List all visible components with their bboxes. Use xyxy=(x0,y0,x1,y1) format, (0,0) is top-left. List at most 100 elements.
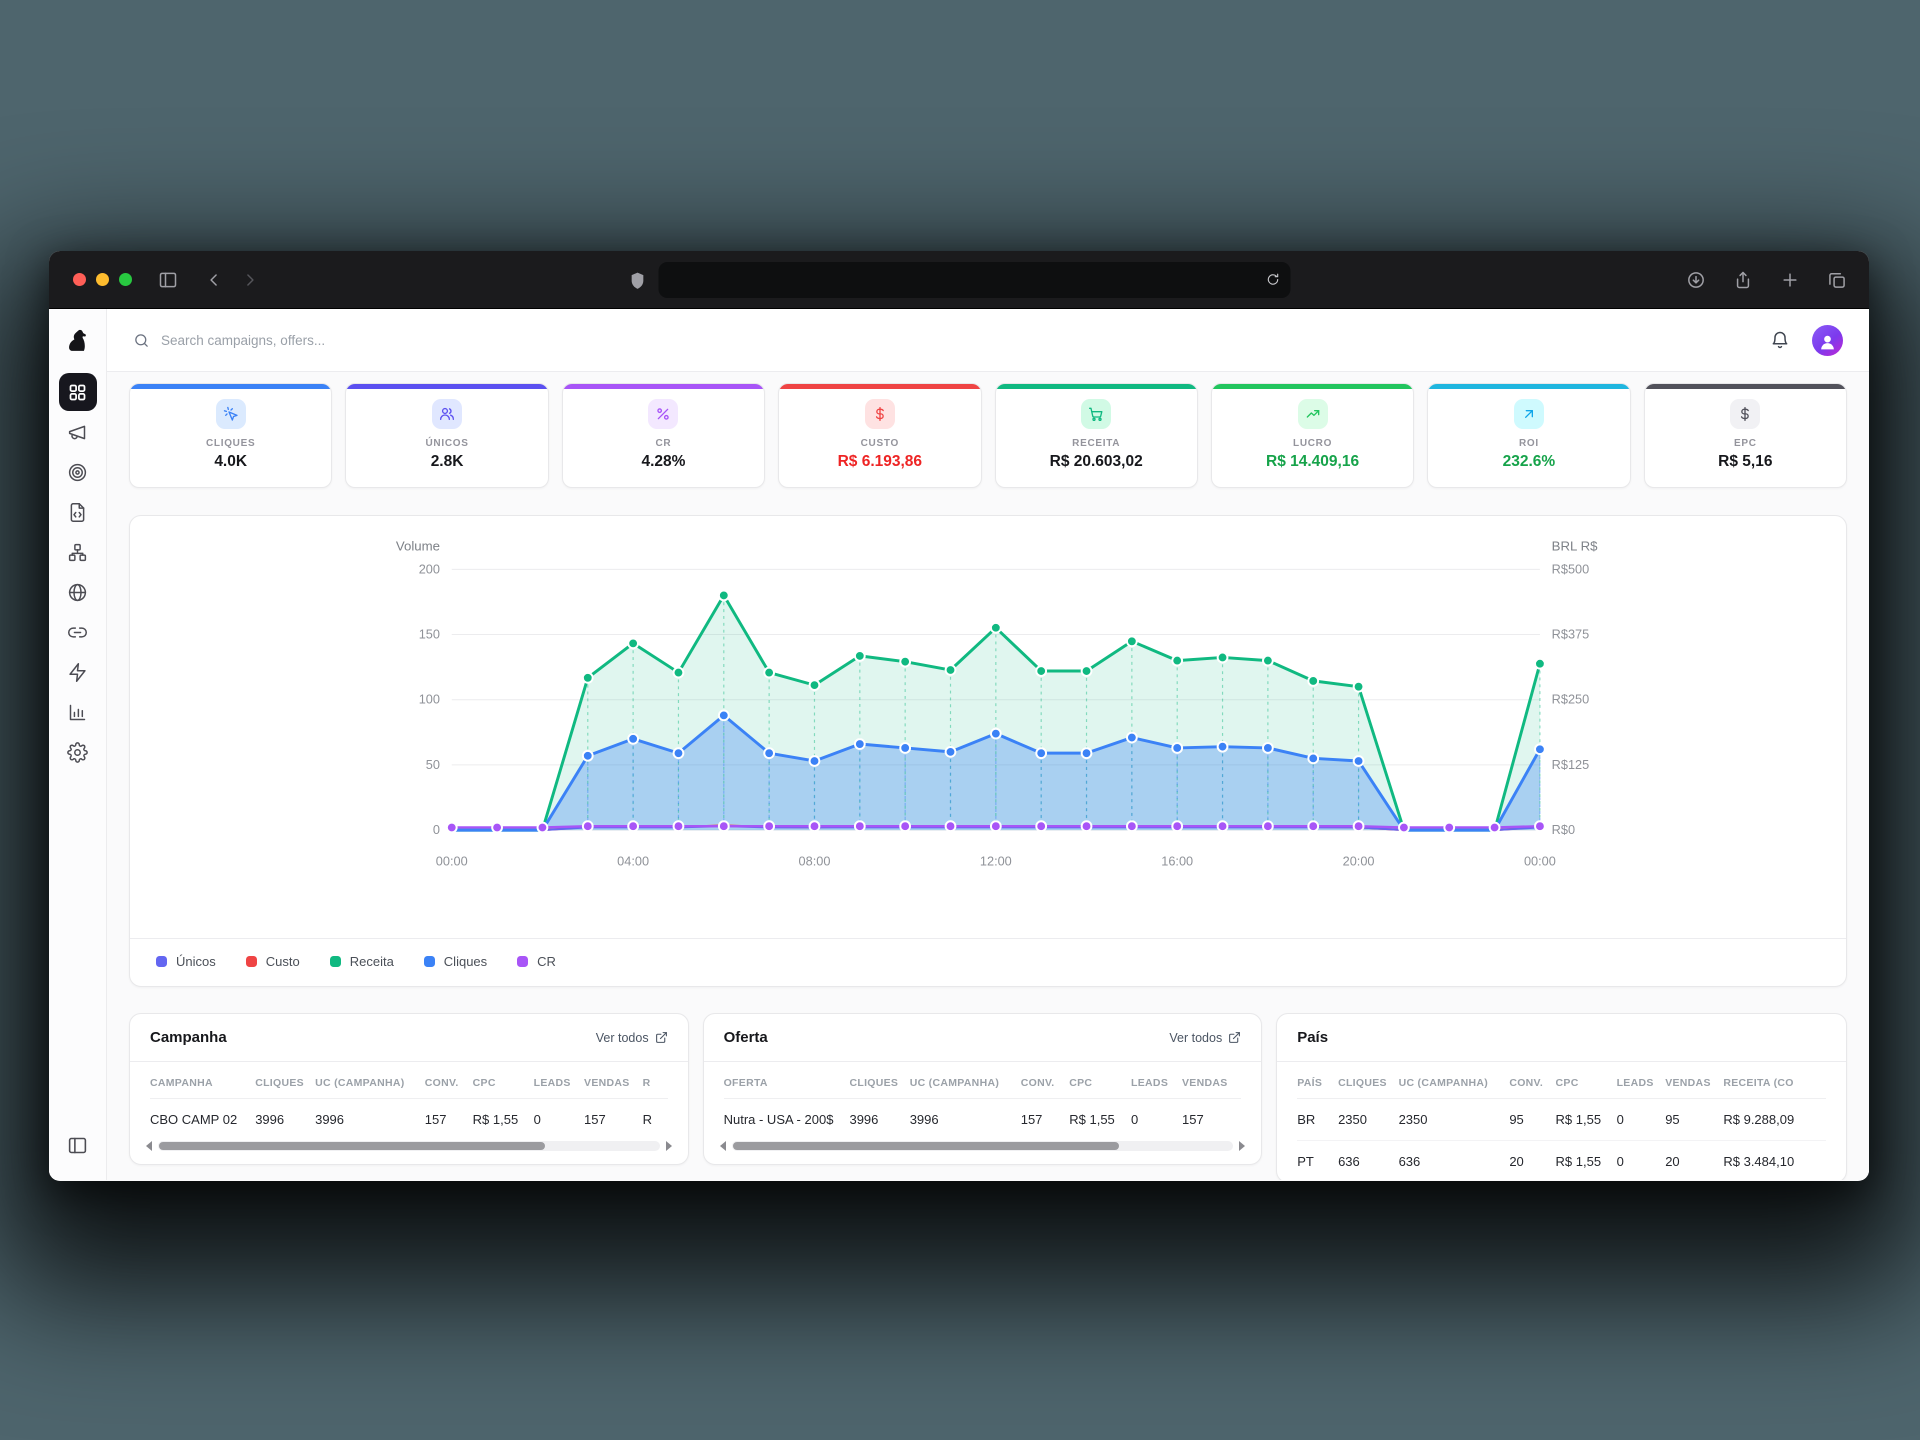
cliques-dot[interactable] xyxy=(583,751,593,761)
new-tab-icon[interactable] xyxy=(1780,270,1800,290)
cr-dot[interactable] xyxy=(1082,821,1092,831)
cr-dot[interactable] xyxy=(1218,821,1228,831)
ver-todos-link[interactable]: Ver todos xyxy=(1169,1031,1241,1045)
sidebar-item-domains[interactable] xyxy=(59,573,97,611)
receita-dot[interactable] xyxy=(855,651,865,661)
receita-dot[interactable] xyxy=(1263,656,1273,666)
receita-dot[interactable] xyxy=(1354,682,1364,692)
column-header[interactable]: CPC xyxy=(473,1064,534,1099)
cliques-dot[interactable] xyxy=(1127,733,1137,743)
legend-item-cliques[interactable]: Cliques xyxy=(424,954,487,969)
cr-dot[interactable] xyxy=(1490,823,1500,833)
column-header[interactable]: RECEITA (CO xyxy=(1723,1064,1826,1099)
column-header[interactable]: CLIQUES xyxy=(255,1064,315,1099)
column-header[interactable]: CLIQUES xyxy=(1338,1064,1399,1099)
column-header[interactable]: CPC xyxy=(1556,1064,1617,1099)
kpi-card-cliques[interactable]: CLIQUES4.0K xyxy=(129,383,332,488)
cliques-dot[interactable] xyxy=(628,734,638,744)
cliques-dot[interactable] xyxy=(1082,748,1092,758)
scrollbar-thumb[interactable] xyxy=(159,1142,545,1150)
kpi-card--nicos[interactable]: ÚNICOS2.8K xyxy=(345,383,548,488)
kpi-card-receita[interactable]: RECEITAR$ 20.603,02 xyxy=(995,383,1198,488)
legend-item-cr[interactable]: CR xyxy=(517,954,556,969)
forward-icon[interactable] xyxy=(240,270,260,290)
downloads-icon[interactable] xyxy=(1686,270,1706,290)
column-header[interactable]: LEADS xyxy=(1617,1064,1666,1099)
cliques-dot[interactable] xyxy=(1308,753,1318,763)
cr-dot[interactable] xyxy=(1172,821,1182,831)
cr-dot[interactable] xyxy=(1354,821,1364,831)
cr-dot[interactable] xyxy=(1263,821,1273,831)
receita-dot[interactable] xyxy=(1082,666,1092,676)
column-header[interactable]: UC (CAMPANHA) xyxy=(315,1064,425,1099)
browser-sidebar-toggle-icon[interactable] xyxy=(158,270,178,290)
receita-dot[interactable] xyxy=(946,665,956,675)
cr-dot[interactable] xyxy=(538,823,548,833)
scroll-left-icon[interactable] xyxy=(146,1141,152,1151)
column-header[interactable]: LEADS xyxy=(534,1064,584,1099)
receita-dot[interactable] xyxy=(719,591,729,601)
cliques-dot[interactable] xyxy=(1218,742,1228,752)
back-icon[interactable] xyxy=(204,270,224,290)
sidebar-item-links[interactable] xyxy=(59,613,97,651)
close-window-button[interactable] xyxy=(73,273,86,286)
column-header[interactable]: CONV. xyxy=(1021,1064,1070,1099)
cliques-dot[interactable] xyxy=(1263,743,1273,753)
horizontal-scrollbar[interactable] xyxy=(720,1141,1246,1151)
cliques-dot[interactable] xyxy=(810,756,820,766)
cr-dot[interactable] xyxy=(1399,823,1409,833)
receita-dot[interactable] xyxy=(1036,666,1046,676)
column-header[interactable]: CONV. xyxy=(425,1064,473,1099)
receita-dot[interactable] xyxy=(810,680,820,690)
cr-dot[interactable] xyxy=(946,821,956,831)
scroll-right-icon[interactable] xyxy=(1239,1141,1245,1151)
column-header[interactable]: VENDAS xyxy=(584,1064,643,1099)
cr-dot[interactable] xyxy=(764,821,774,831)
kpi-card-roi[interactable]: ROI232.6% xyxy=(1427,383,1630,488)
cr-dot[interactable] xyxy=(674,821,684,831)
address-bar[interactable] xyxy=(659,262,1291,298)
cliques-dot[interactable] xyxy=(855,739,865,749)
ver-todos-link[interactable]: Ver todos xyxy=(596,1031,668,1045)
scrollbar-track[interactable] xyxy=(158,1141,660,1151)
column-header[interactable]: CLIQUES xyxy=(849,1064,909,1099)
legend-item-custo[interactable]: Custo xyxy=(246,954,300,969)
search-input[interactable] xyxy=(161,333,581,348)
sidebar-item-offers[interactable] xyxy=(59,453,97,491)
column-header[interactable]: CPC xyxy=(1069,1064,1131,1099)
sidebar-item-funnels[interactable] xyxy=(59,533,97,571)
scrollbar-thumb[interactable] xyxy=(733,1142,1119,1150)
sidebar-item-settings[interactable] xyxy=(59,733,97,771)
kpi-card-lucro[interactable]: LUCROR$ 14.409,16 xyxy=(1211,383,1414,488)
table-row[interactable]: PT63663620R$ 1,55020R$ 3.484,10 xyxy=(1297,1141,1826,1181)
cr-dot[interactable] xyxy=(855,821,865,831)
cr-dot[interactable] xyxy=(991,821,1001,831)
scroll-right-icon[interactable] xyxy=(666,1141,672,1151)
cliques-dot[interactable] xyxy=(1354,756,1364,766)
receita-dot[interactable] xyxy=(628,638,638,648)
reload-icon[interactable] xyxy=(1266,272,1281,287)
cr-dot[interactable] xyxy=(719,821,729,831)
cr-dot[interactable] xyxy=(1444,823,1454,833)
column-header[interactable]: VENDAS xyxy=(1182,1064,1241,1099)
cr-dot[interactable] xyxy=(900,821,910,831)
receita-dot[interactable] xyxy=(764,668,774,678)
receita-dot[interactable] xyxy=(1535,659,1545,669)
cliques-dot[interactable] xyxy=(1535,744,1545,754)
cr-dot[interactable] xyxy=(447,823,457,833)
sidebar-collapse-button[interactable] xyxy=(59,1126,97,1164)
cr-dot[interactable] xyxy=(628,821,638,831)
kpi-card-cr[interactable]: CR4.28% xyxy=(562,383,765,488)
horizontal-scrollbar[interactable] xyxy=(146,1141,672,1151)
cr-dot[interactable] xyxy=(492,823,502,833)
notifications-bell-icon[interactable] xyxy=(1770,330,1790,350)
scroll-left-icon[interactable] xyxy=(720,1141,726,1151)
table-row[interactable]: BR2350235095R$ 1,55095R$ 9.288,09 xyxy=(1297,1099,1826,1141)
legend-item-receita[interactable]: Receita xyxy=(330,954,394,969)
column-header[interactable]: CAMPANHA xyxy=(150,1064,255,1099)
user-avatar[interactable] xyxy=(1812,325,1843,356)
column-header[interactable]: OFERTA xyxy=(724,1064,850,1099)
share-icon[interactable] xyxy=(1733,270,1753,290)
cliques-dot[interactable] xyxy=(900,743,910,753)
cliques-dot[interactable] xyxy=(1036,748,1046,758)
